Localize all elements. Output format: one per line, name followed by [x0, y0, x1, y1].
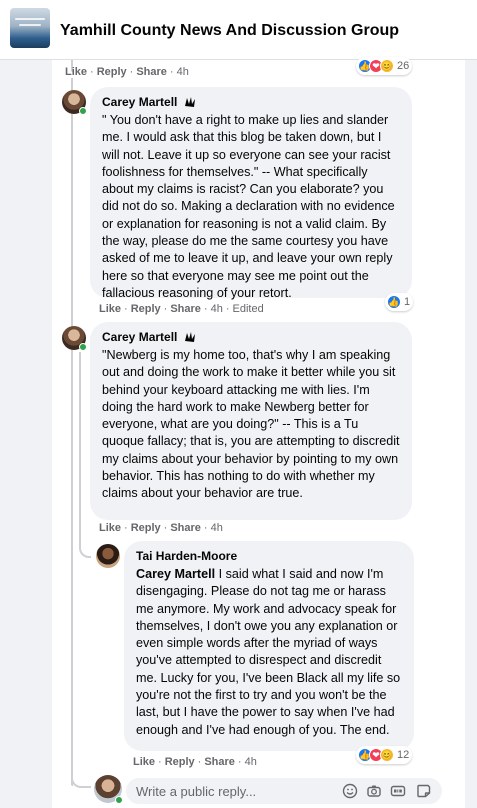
comment-text: "Newberg is my home too, that's why I am…	[102, 348, 400, 501]
online-indicator	[115, 796, 123, 804]
comment-bubble: Carey Martell "Newberg is my home too, t…	[90, 322, 412, 520]
comment-actions: Like · Reply · Share · 4h	[133, 756, 257, 768]
reaction-count: 12	[397, 749, 410, 761]
group-thumbnail[interactable]	[10, 8, 50, 48]
sticker-icon[interactable]	[416, 783, 432, 799]
comment-actions: Like · Reply · Share · 4h	[99, 522, 223, 534]
care-reaction-icon: 😊	[380, 748, 394, 762]
mention-link[interactable]: Carey Martell	[136, 567, 215, 581]
comment-author[interactable]: Carey Martell	[102, 330, 177, 344]
timestamp[interactable]: 4h	[177, 66, 189, 78]
reply-input[interactable]	[136, 778, 336, 804]
thread-connector	[71, 100, 81, 336]
scrollbar-track[interactable]	[467, 60, 477, 808]
reaction-count: 26	[397, 60, 410, 72]
comment-bubble: Tai Harden-Moore Carey Martell I said wh…	[124, 541, 414, 751]
group-title[interactable]: Yamhill County News And Discussion Group	[60, 22, 399, 40]
like-link[interactable]: Like	[99, 303, 121, 315]
care-reaction-icon: 😊	[380, 59, 394, 73]
like-reaction-icon: 👍	[387, 295, 401, 309]
timestamp[interactable]: 4h	[211, 303, 223, 315]
reactions-summary[interactable]: 👍 1	[385, 293, 414, 311]
thread-line	[79, 352, 81, 532]
share-link[interactable]: Share	[170, 522, 201, 534]
reply-composer[interactable]	[126, 778, 442, 804]
comment-author[interactable]: Carey Martell	[102, 95, 177, 109]
reply-link[interactable]: Reply	[131, 522, 161, 534]
thread-connector	[71, 770, 91, 788]
top-fan-badge-icon[interactable]	[183, 95, 197, 109]
reaction-count: 1	[404, 296, 411, 308]
comment-author[interactable]: Tai Harden-Moore	[136, 549, 237, 563]
reply-link[interactable]: Reply	[131, 303, 161, 315]
reactions-summary[interactable]: 👍 ❤ 😊 12	[356, 746, 413, 764]
like-link[interactable]: Like	[65, 66, 87, 78]
camera-icon[interactable]	[366, 783, 382, 799]
share-link[interactable]: Share	[170, 303, 201, 315]
online-indicator	[79, 107, 87, 115]
thread-connector	[79, 532, 91, 558]
gif-icon[interactable]	[390, 783, 406, 799]
reply-link[interactable]: Reply	[165, 756, 195, 768]
thread-connector	[71, 336, 73, 786]
comment-bubble: Carey Martell " You don't have a right t…	[90, 87, 412, 300]
timestamp[interactable]: 4h	[245, 756, 257, 768]
like-link[interactable]: Like	[99, 522, 121, 534]
top-fan-badge-icon[interactable]	[183, 330, 197, 344]
share-link[interactable]: Share	[204, 756, 235, 768]
reply-link[interactable]: Reply	[97, 66, 127, 78]
like-link[interactable]: Like	[133, 756, 155, 768]
avatar[interactable]	[96, 544, 120, 568]
comment-actions: Like · Reply · Share · 4h	[65, 66, 189, 78]
reactions-summary[interactable]: 👍 ❤ 😊 26	[356, 57, 413, 75]
comment-text: Carey Martell I said what I said and now…	[136, 567, 401, 737]
comment-actions: Like · Reply · Share · 4h · Edited	[99, 303, 264, 315]
emoji-icon[interactable]	[342, 783, 358, 799]
group-header: Yamhill County News And Discussion Group	[0, 0, 477, 60]
online-indicator	[79, 343, 87, 351]
edited-label[interactable]: Edited	[233, 303, 264, 315]
timestamp[interactable]: 4h	[211, 522, 223, 534]
comment-text: " You don't have a right to make up lies…	[102, 113, 395, 300]
share-link[interactable]: Share	[136, 66, 167, 78]
